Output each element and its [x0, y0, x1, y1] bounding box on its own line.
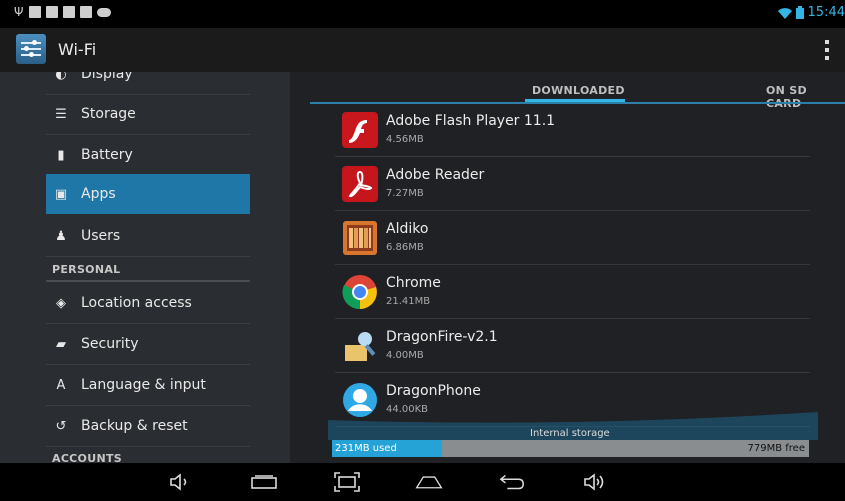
action-bar: Wi-Fi	[0, 28, 845, 72]
tab-downloaded[interactable]: DOWNLOADED	[532, 84, 625, 97]
app-name: Adobe Flash Player 11.1	[386, 113, 556, 129]
sidebar-item-battery[interactable]: ▮ Battery	[46, 135, 250, 176]
list-item-app[interactable]: DragonFire-v2.1 4.00MB	[335, 319, 810, 373]
sidebar-item-language-input[interactable]: A Language & input	[46, 365, 250, 406]
storage-title: Internal storage	[530, 428, 610, 439]
sidebar-item-backup-reset[interactable]: ↺ Backup & reset	[46, 406, 250, 447]
app-size: 7.27MB	[386, 188, 424, 199]
sidebar-item-label: Users	[81, 228, 121, 244]
sidebar-item-label: Battery	[81, 147, 133, 163]
settings-sliders-icon[interactable]	[16, 34, 46, 64]
users-icon: ♟	[55, 228, 67, 244]
gamepad-icon	[97, 7, 111, 17]
storage-icon: ☰	[55, 106, 67, 122]
notification-icon	[80, 6, 92, 18]
app-name: DragonFire-v2.1	[386, 329, 498, 345]
recent-apps-icon[interactable]	[250, 469, 278, 495]
home-icon[interactable]	[415, 469, 443, 495]
sidebar-item-label: Language & input	[81, 377, 206, 393]
notification-icons: Ψ	[14, 6, 111, 18]
settings-sidebar: ◐ Display ☰ Storage ▮ Battery ▣ Apps ♟ U…	[0, 72, 290, 463]
lock-icon: ▰	[56, 336, 66, 352]
app-size: 4.56MB	[386, 134, 424, 145]
section-header-accounts: ACCOUNTS	[52, 452, 122, 463]
tab-bar: DOWNLOADED ON SD CARD	[310, 72, 845, 110]
list-item-app[interactable]: Chrome 21.41MB	[335, 265, 810, 319]
wifi-icon	[777, 7, 792, 19]
app-size: 21.41MB	[386, 296, 431, 307]
status-right: 15:44	[777, 5, 845, 20]
location-icon: ◈	[56, 295, 66, 311]
overflow-menu-icon[interactable]	[825, 40, 831, 60]
navigation-bar	[0, 463, 845, 501]
sidebar-item-label: Backup & reset	[81, 418, 188, 434]
screenshot-icon[interactable]	[333, 469, 361, 495]
sidebar-item-users[interactable]: ♟ Users	[46, 216, 250, 257]
sidebar-item-storage[interactable]: ☰ Storage	[46, 94, 250, 135]
app-size: 6.86MB	[386, 242, 424, 253]
clock: 15:44	[807, 5, 845, 20]
sidebar-item-label: Location access	[81, 295, 192, 311]
back-icon[interactable]	[498, 469, 526, 495]
storage-bar: 231MB used 779MB free	[332, 440, 809, 457]
adobe-reader-icon	[342, 166, 378, 202]
flash-player-icon	[342, 112, 378, 148]
sidebar-item-display[interactable]: ◐ Display	[46, 72, 250, 95]
battery-icon	[795, 6, 804, 19]
volume-down-icon[interactable]	[166, 469, 194, 495]
app-size: 4.00MB	[386, 350, 424, 361]
app-name: DragonPhone	[386, 383, 481, 399]
sidebar-item-label: Storage	[81, 106, 136, 122]
notification-icon	[63, 6, 75, 18]
status-bar: Ψ 15:44	[0, 0, 845, 28]
app-name: Aldiko	[386, 221, 429, 237]
usb-icon: Ψ	[14, 5, 24, 19]
section-divider	[46, 280, 250, 282]
app-name: Chrome	[386, 275, 441, 291]
list-item-app[interactable]: Adobe Flash Player 11.1 4.56MB	[335, 103, 810, 157]
apps-icon: ▣	[54, 186, 68, 202]
backup-icon: ↺	[55, 418, 67, 434]
list-item-app[interactable]: Adobe Reader 7.27MB	[335, 157, 810, 211]
storage-used-label: 231MB used	[335, 443, 397, 454]
sidebar-item-location-access[interactable]: ◈ Location access	[46, 283, 250, 324]
notification-icon	[46, 6, 58, 18]
chrome-icon	[342, 275, 377, 310]
dragonfire-icon	[345, 332, 376, 361]
volume-up-icon[interactable]	[582, 469, 610, 495]
storage-free-label: 779MB free	[747, 443, 805, 454]
sidebar-item-apps[interactable]: ▣ Apps	[46, 174, 250, 214]
sidebar-item-security[interactable]: ▰ Security	[46, 324, 250, 365]
sidebar-item-label: Display	[81, 72, 133, 82]
sidebar-item-label: Apps	[81, 186, 116, 202]
sidebar-item-label: Security	[81, 336, 139, 352]
language-icon: A	[56, 377, 66, 393]
list-item-app[interactable]: Aldiko 6.86MB	[335, 211, 810, 265]
display-icon: ◐	[55, 72, 67, 82]
section-header-personal: PERSONAL	[52, 263, 121, 276]
app-name: Adobe Reader	[386, 167, 485, 183]
page-title: Wi-Fi	[58, 40, 97, 59]
aldiko-icon	[343, 221, 377, 255]
battery-icon: ▮	[57, 147, 65, 163]
notification-icon	[29, 6, 41, 18]
apps-panel: DOWNLOADED ON SD CARD Adobe Flash Player…	[290, 72, 845, 463]
